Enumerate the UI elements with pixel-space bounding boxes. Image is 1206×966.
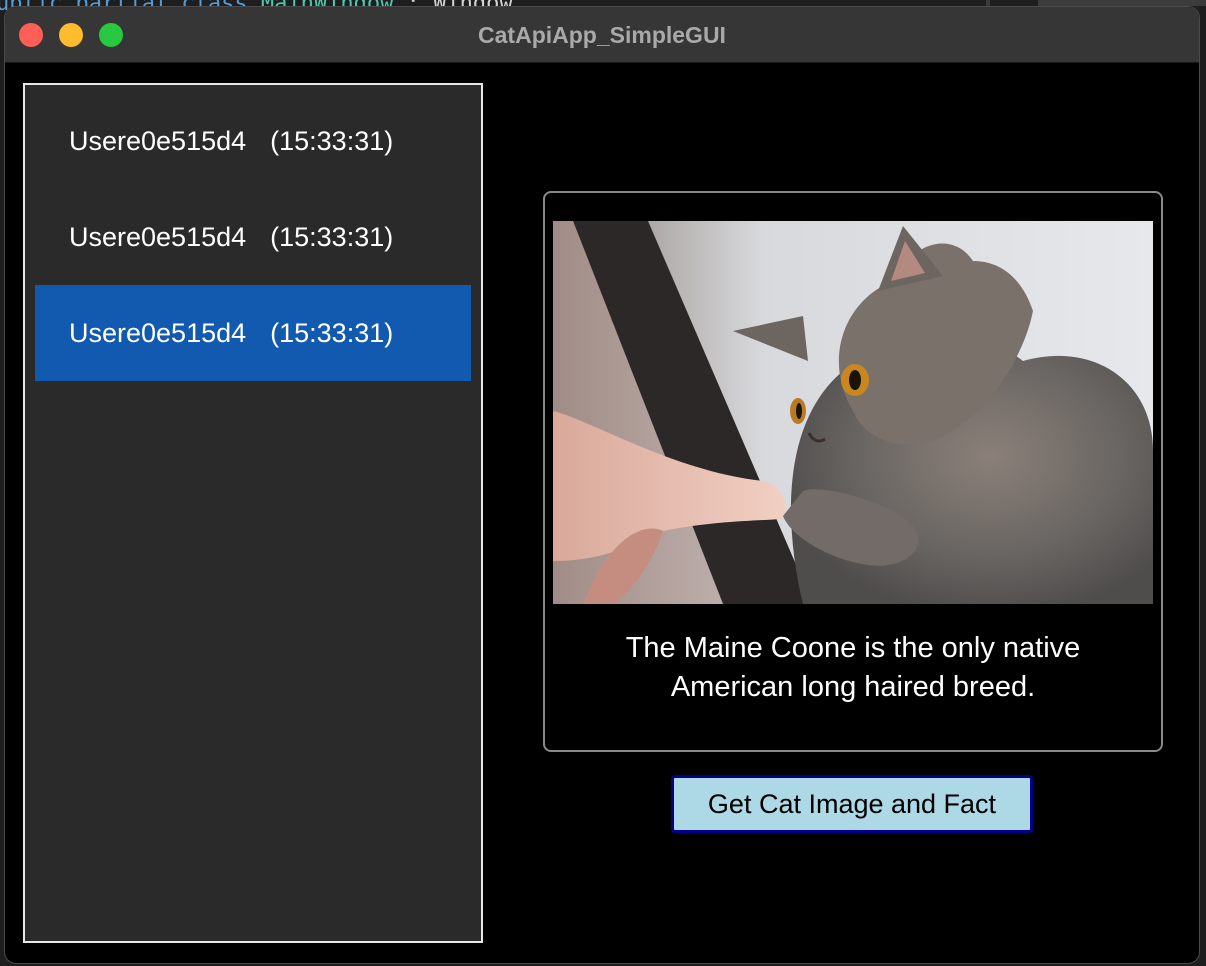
cat-fact-line: American long haired breed. [670,671,1036,703]
timestamp: (15:33:31) [270,126,394,156]
cat-fact: The Maine Coone is the only native Ameri… [565,629,1141,707]
user-id: Usere0e515d4 [69,222,247,252]
timestamp: (15:33:31) [270,318,394,348]
cat-photo-icon [553,221,1153,604]
cat-photo [553,221,1153,604]
user-id: Usere0e515d4 [69,318,247,348]
user-id: Usere0e515d4 [69,126,247,156]
cat-fact-line: The Maine Coone is the only native [625,632,1081,664]
list-item[interactable]: Usere0e515d4 (15:33:31) [35,189,471,285]
app-window: CatApiApp_SimpleGUI Usere0e515d4 (15:33:3… [4,6,1200,964]
list-item-selected[interactable]: Usere0e515d4 (15:33:31) [35,285,471,381]
user-list[interactable]: Usere0e515d4 (15:33:31) Usere0e515d4 (15:3… [23,83,483,943]
cat-card: The Maine Coone is the only native Ameri… [543,191,1163,752]
get-cat-button[interactable]: Get Cat Image and Fact [671,775,1033,833]
list-item[interactable]: Usere0e515d4 (15:33:31) [35,93,471,189]
timestamp: (15:33:31) [270,222,394,252]
window-title: CatApiApp_SimpleGUI [478,22,726,48]
title-bar[interactable]: CatApiApp_SimpleGUI [5,7,1199,63]
